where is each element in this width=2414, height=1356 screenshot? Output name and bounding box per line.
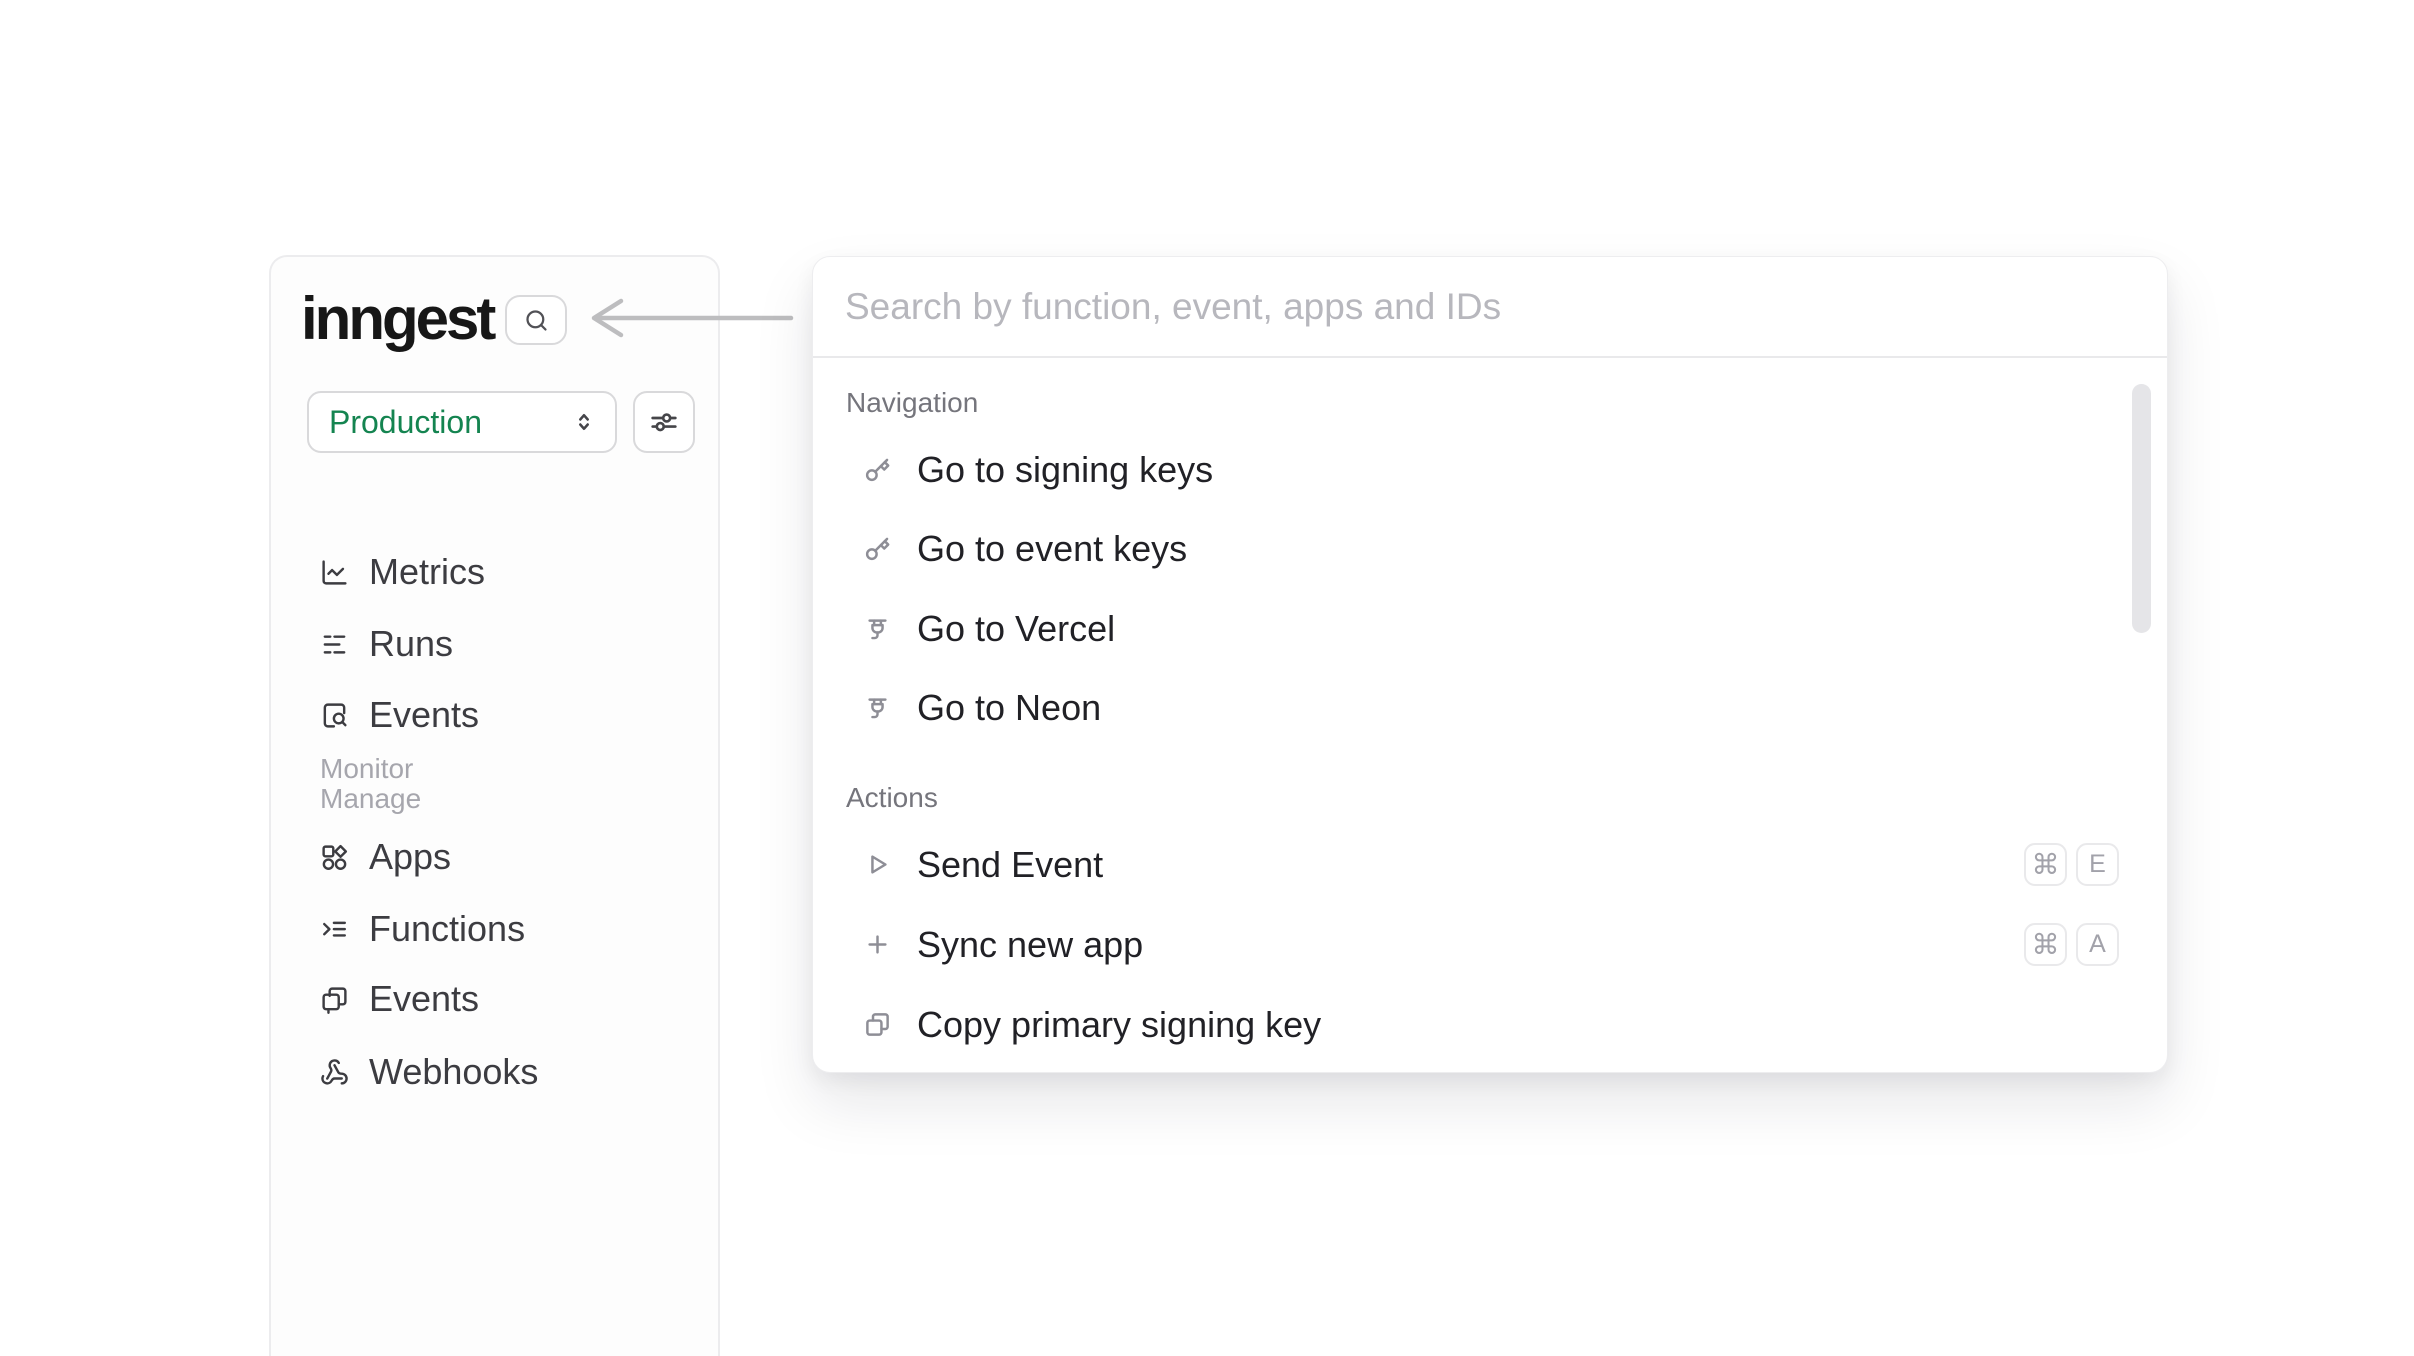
sidebar-item-apps[interactable]: Apps <box>307 822 694 892</box>
command-palette: Navigation Go to signing keys Go to even… <box>812 256 2168 1073</box>
sidebar-item-label: Events <box>369 978 479 1020</box>
chart-line-icon <box>320 558 349 587</box>
palette-item-copy-primary-signing-key[interactable]: Copy primary signing key <box>846 985 2119 1064</box>
palette-item-label: Go to Vercel <box>917 608 1115 650</box>
sidebar-item-label: Webhooks <box>369 1051 538 1093</box>
shortcut-keys: ⌘ A <box>2024 923 2119 966</box>
inngest-logo: inngest <box>301 287 493 350</box>
letter-keycap: E <box>2076 843 2119 886</box>
plus-icon <box>864 931 891 958</box>
palette-item-sync-new-app[interactable]: Sync new app ⌘ A <box>846 905 2119 984</box>
plug-icon <box>864 615 891 642</box>
events-copy-icon <box>320 985 349 1014</box>
palette-item-label: Go to event keys <box>917 528 1187 570</box>
plug-icon <box>864 694 891 721</box>
sidebar-item-runs[interactable]: Runs <box>307 609 694 679</box>
command-keycap: ⌘ <box>2024 843 2067 886</box>
palette-item-label: Send Event <box>917 844 1103 886</box>
functions-list-icon <box>320 915 349 944</box>
sidebar-item-webhooks[interactable]: Webhooks <box>307 1037 694 1107</box>
palette-item-go-to-event-keys[interactable]: Go to event keys <box>846 509 2119 588</box>
palette-item-label: Go to Neon <box>917 687 1101 729</box>
sidebar-item-events-manage[interactable]: Events <box>307 964 694 1034</box>
environment-selector-value: Production <box>329 404 482 441</box>
sidebar-search-button[interactable] <box>505 295 567 345</box>
sidebar-item-functions[interactable]: Functions <box>307 894 694 964</box>
sidebar-section-manage: Manage <box>320 783 421 815</box>
shortcut-keys: ⌘ E <box>2024 843 2119 886</box>
page: inngest Production <box>0 0 2414 1356</box>
palette-item-go-to-signing-keys[interactable]: Go to signing keys <box>846 430 2119 509</box>
environment-selector[interactable]: Production <box>307 391 617 453</box>
runs-list-icon <box>320 630 349 659</box>
copy-icon <box>864 1011 891 1038</box>
sidebar-section-monitor: Monitor <box>320 753 413 785</box>
palette-item-go-to-neon[interactable]: Go to Neon <box>846 668 2119 747</box>
webhook-icon <box>320 1058 349 1087</box>
sidebar-item-events-monitor[interactable]: Events <box>307 680 694 750</box>
sidebar-item-label: Metrics <box>369 551 485 593</box>
palette-item-label: Sync new app <box>917 924 1143 966</box>
play-icon <box>864 851 891 878</box>
palette-item-label: Go to signing keys <box>917 449 1213 491</box>
palette-item-label: Copy primary signing key <box>917 1004 1321 1046</box>
sidebar-item-metrics[interactable]: Metrics <box>307 537 694 607</box>
sidebar-item-label: Runs <box>369 623 453 665</box>
palette-item-go-to-vercel[interactable]: Go to Vercel <box>846 589 2119 668</box>
chevron-up-down-icon <box>569 407 599 437</box>
palette-item-send-event[interactable]: Send Event ⌘ E <box>846 825 2119 904</box>
palette-scrollbar[interactable] <box>2132 384 2151 633</box>
sidebar: inngest Production <box>269 255 720 1356</box>
sidebar-item-label: Functions <box>369 908 525 950</box>
search-icon <box>523 307 550 334</box>
palette-group-navigation: Navigation <box>846 387 978 419</box>
letter-keycap: A <box>2076 923 2119 966</box>
sliders-icon <box>648 406 680 438</box>
palette-search-input[interactable] <box>813 257 2167 358</box>
apps-shapes-icon <box>320 843 349 872</box>
palette-group-actions: Actions <box>846 782 938 814</box>
event-search-icon <box>320 701 349 730</box>
key-icon <box>864 456 891 483</box>
arrow-annotation <box>575 293 805 343</box>
command-keycap: ⌘ <box>2024 923 2067 966</box>
sidebar-item-label: Apps <box>369 836 451 878</box>
environment-filter-button[interactable] <box>633 391 695 453</box>
sidebar-item-label: Events <box>369 694 479 736</box>
key-icon <box>864 535 891 562</box>
